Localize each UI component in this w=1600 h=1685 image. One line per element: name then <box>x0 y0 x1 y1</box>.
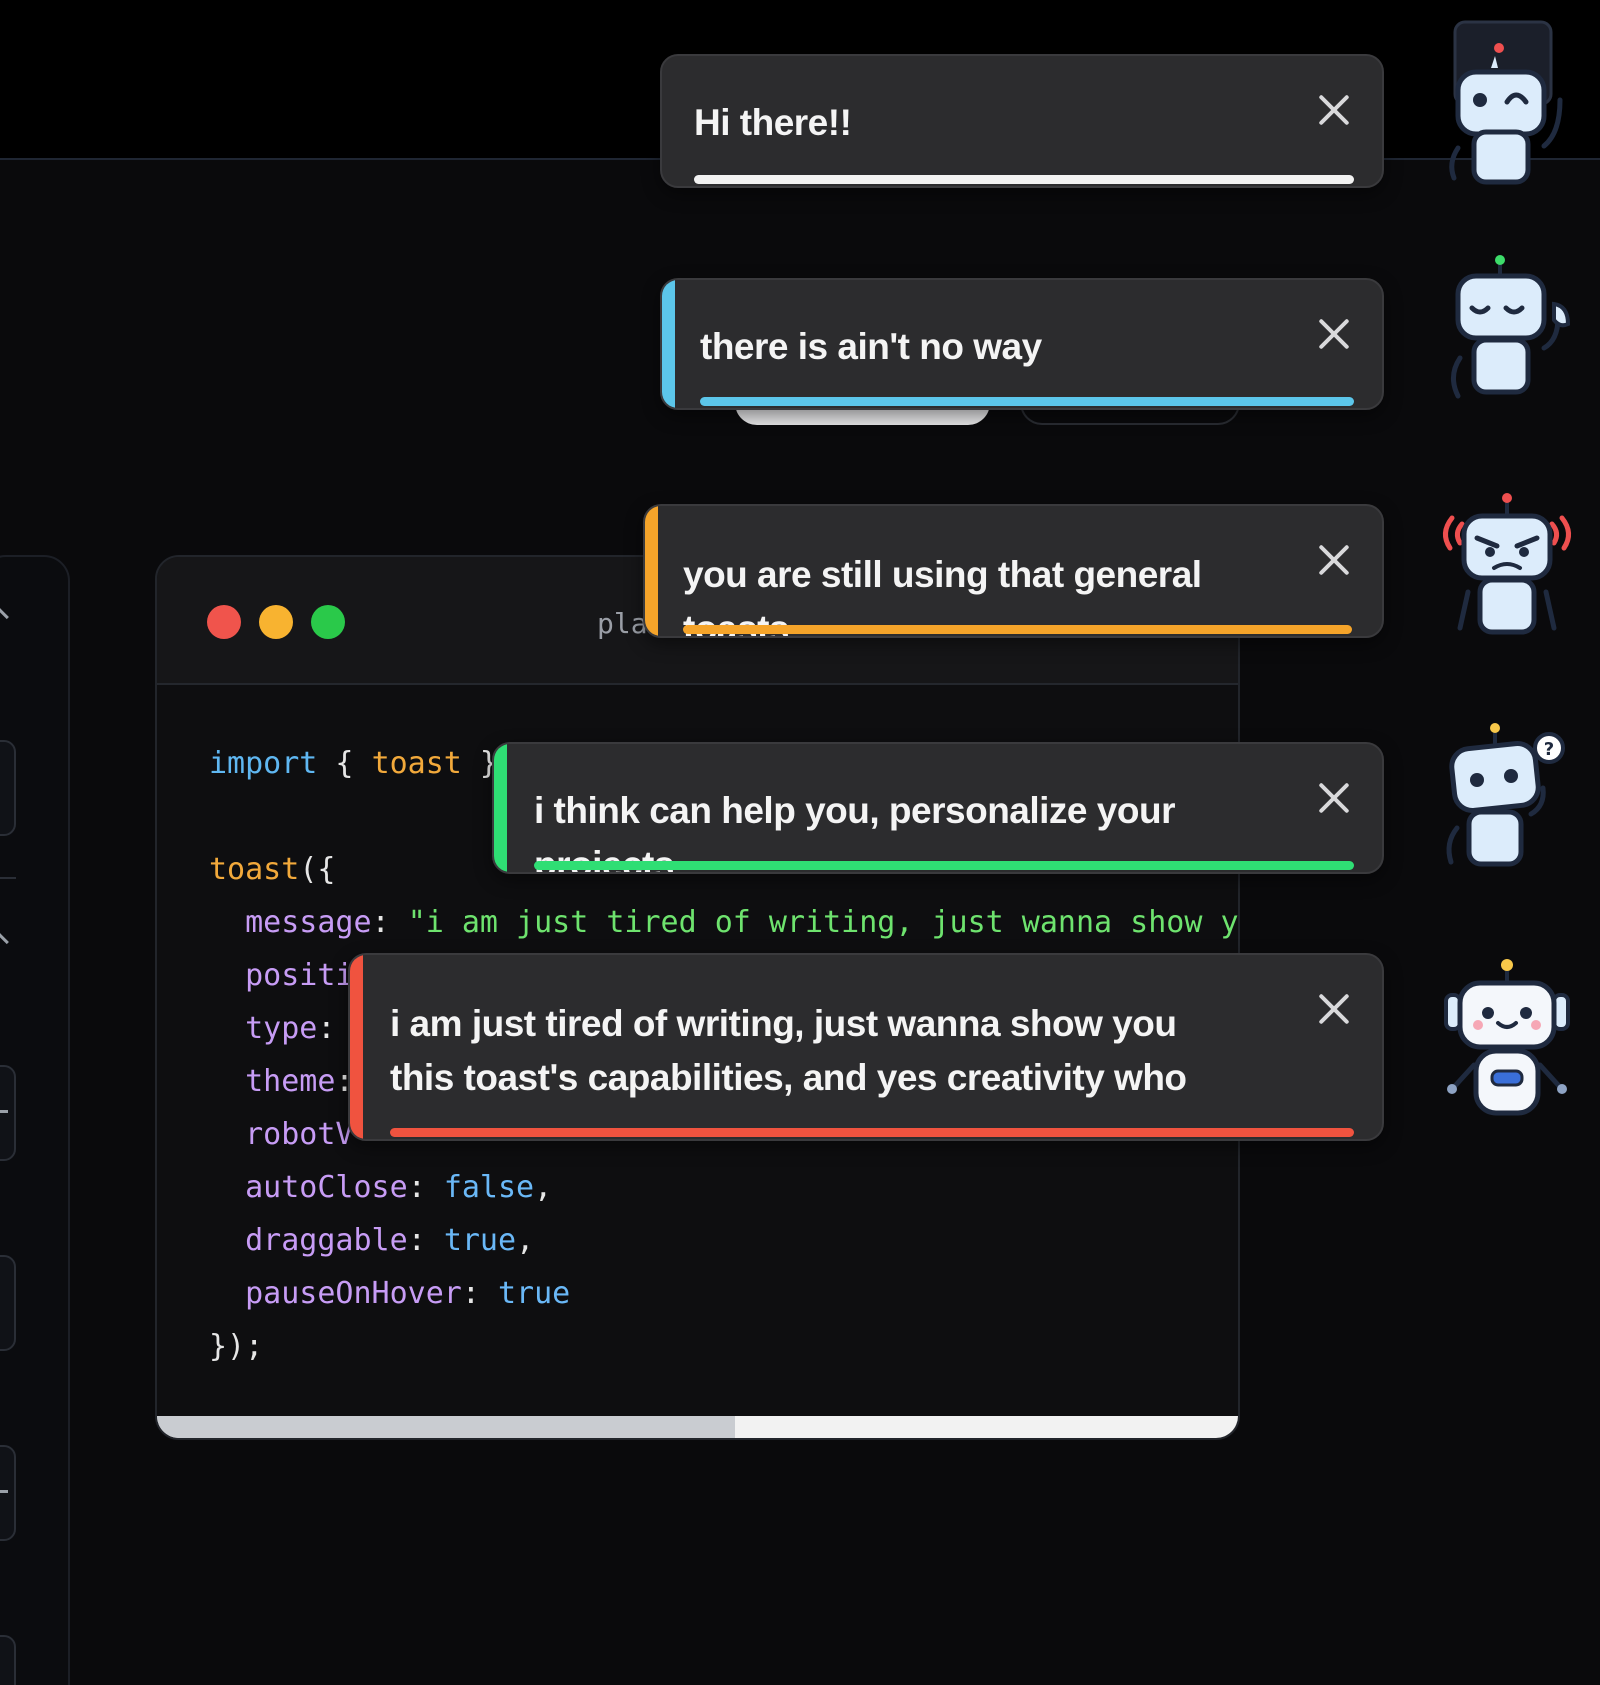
wink-robot-icon <box>1449 20 1563 185</box>
code-token: type <box>209 1011 318 1046</box>
happy-waving-robot-icon <box>1451 255 1571 399</box>
window-close-dot[interactable] <box>207 605 241 639</box>
toast-notification[interactable]: you are still using that general toasts <box>643 504 1384 638</box>
code-token: draggable <box>209 1223 408 1258</box>
sidebar-divider <box>0 877 16 879</box>
code-token: : <box>371 905 408 940</box>
sidebar-control[interactable] <box>0 1445 16 1541</box>
code-token: theme <box>209 1064 336 1099</box>
toast-accent-bar <box>662 280 675 408</box>
toast-progress-bar <box>694 175 1354 184</box>
code-line: autoClose: false, <box>209 1161 1238 1214</box>
scrollbar-thumb[interactable] <box>157 1416 736 1438</box>
horizontal-scrollbar[interactable] <box>157 1416 1238 1438</box>
toast-notification[interactable]: i think can help you, personalize your p… <box>492 742 1384 874</box>
code-line: draggable: true, <box>209 1214 1238 1267</box>
code-token: positi <box>209 958 354 993</box>
curious-robot-icon: ? <box>1446 723 1565 867</box>
code-token: autoClose <box>209 1170 408 1205</box>
toast-progress-bar <box>683 625 1352 634</box>
sidebar-check-icon <box>0 1490 8 1493</box>
file-name: pla <box>597 607 648 640</box>
question-mark-icon: ? <box>1544 739 1554 760</box>
close-icon[interactable] <box>1316 991 1352 1027</box>
code-token: true <box>498 1276 571 1311</box>
code-token: : <box>407 1170 444 1205</box>
code-token: toast <box>209 852 300 887</box>
code-token: , <box>516 1223 535 1258</box>
sidebar-control[interactable] <box>0 1255 16 1351</box>
toast-progress-bar <box>390 1128 1354 1137</box>
code-line: message: "i am just tired of writing, ju… <box>209 896 1240 949</box>
toast-message: Hi there!! <box>694 102 852 143</box>
code-token: }); <box>209 1329 264 1364</box>
code-token: ({ <box>299 852 336 887</box>
angry-robot-icon <box>1443 493 1571 635</box>
sidebar-control[interactable] <box>0 1635 16 1685</box>
close-icon[interactable] <box>1316 92 1352 128</box>
code-token: { <box>317 746 372 781</box>
close-icon[interactable] <box>1316 316 1352 352</box>
toast-message: there is ain't no way <box>700 326 1042 367</box>
sidebar-control[interactable] <box>0 740 16 836</box>
window-minimize-dot[interactable] <box>259 605 293 639</box>
sidebar-check-icon <box>0 1110 8 1113</box>
close-icon[interactable] <box>1316 542 1352 578</box>
toast-accent-bar <box>350 955 363 1139</box>
code-token: robotV <box>209 1117 354 1152</box>
window-maximize-dot[interactable] <box>311 605 345 639</box>
code-token: true <box>443 1223 517 1258</box>
code-token: "i am just tired of writing, just wanna … <box>407 905 1240 940</box>
code-line: }); <box>209 1320 1238 1373</box>
toast-accent-bar <box>494 744 507 872</box>
toast-progress-bar <box>700 397 1354 406</box>
code-token: toast <box>371 746 462 781</box>
code-line: pauseOnHover: true <box>209 1267 1238 1320</box>
close-icon[interactable] <box>1316 780 1352 816</box>
sidebar-control[interactable] <box>0 1065 16 1161</box>
code-token: : <box>317 1011 336 1046</box>
code-token: import <box>209 746 318 781</box>
code-token: : <box>461 1276 498 1311</box>
code-token: false <box>443 1170 535 1205</box>
page: pla import { toast } toast({ message: "i … <box>0 0 1600 1685</box>
smiling-robot-icon <box>1444 959 1570 1116</box>
code-token: , <box>534 1170 553 1205</box>
toast-notification[interactable]: i am just tired of writing, just wanna s… <box>348 953 1384 1141</box>
toast-accent-bar <box>645 506 658 636</box>
code-token: : <box>407 1223 444 1258</box>
toast-notification[interactable]: Hi there!! <box>660 54 1384 188</box>
code-token: message <box>209 905 372 940</box>
code-token: pauseOnHover <box>209 1276 462 1311</box>
toast-progress-bar <box>534 861 1354 870</box>
toast-notification[interactable]: there is ain't no way <box>660 278 1384 410</box>
toast-message: i am just tired of writing, just wanna s… <box>390 1003 1187 1098</box>
